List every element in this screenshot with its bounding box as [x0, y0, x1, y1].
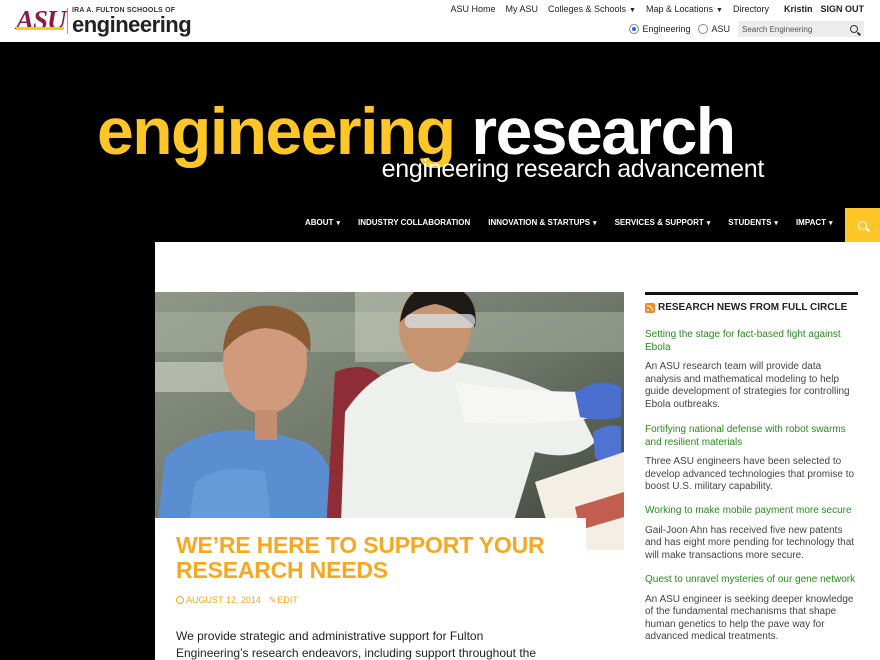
caret-down-icon: ▾ [593, 220, 597, 227]
news-item: Quest to unravel mysteries of our gene n… [645, 574, 860, 644]
nav-search-button[interactable] [845, 208, 880, 242]
news-description: An ASU research team will provide data a… [645, 361, 850, 410]
news-title-link[interactable]: Working to make mobile payment more secu… [645, 505, 860, 518]
article-meta: AUGUST 12, 2014 ✎EDIT [176, 595, 298, 606]
article-date[interactable]: AUGUST 12, 2014 [176, 595, 261, 606]
edit-link[interactable]: ✎EDIT [269, 595, 298, 606]
utility-link-my-asu[interactable]: My ASU [500, 4, 543, 14]
news-description: Three ASU engineers have been selected t… [645, 456, 855, 492]
news-description: An ASU engineer is seeking deeper knowle… [645, 593, 854, 643]
utility-dropdown-colleges[interactable]: Colleges & Schools ▼ [543, 4, 641, 14]
nav-item-impact[interactable]: IMPACT ▾ [787, 212, 842, 233]
utility-link-label: Directory [732, 4, 769, 14]
search-input[interactable]: Search Engineering [738, 21, 864, 37]
sidebar-divider [645, 292, 858, 295]
article-title: WE’RE HERE TO SUPPORT YOUR RESEARCH NEED… [176, 532, 545, 583]
search-icon [858, 220, 867, 230]
user-name-link[interactable]: Kristin [784, 4, 813, 14]
caret-down-icon: ▼ [716, 7, 723, 14]
nav-item-students[interactable]: STUDENTS ▾ [719, 212, 787, 233]
rss-icon[interactable] [645, 302, 655, 313]
caret-down-icon: ▾ [336, 220, 340, 227]
sidebar-heading: RESEARCH NEWS FROM FULL CIRCLE [645, 302, 847, 313]
radio-asu[interactable]: ASU [698, 24, 730, 34]
edit-label: EDIT [277, 595, 298, 605]
nav-label: INDUSTRY COLLABORATION [357, 218, 471, 227]
caret-down-icon: ▾ [829, 220, 833, 227]
news-item: Working to make mobile payment more secu… [645, 505, 860, 562]
radio-unselected-icon [698, 24, 709, 34]
hero-subtitle: engineering research advancement [381, 155, 765, 183]
main-nav: ABOUT ▾ INDUSTRY COLLABORATION INNOVATION… [296, 212, 842, 233]
sign-out-link[interactable]: SIGN OUT [812, 4, 864, 14]
utility-dropdown-map[interactable]: Map & Locations ▼ [641, 4, 728, 14]
utility-link-label: My ASU [505, 4, 538, 14]
clock-icon [176, 596, 184, 604]
nav-item-innovation-startups[interactable]: INNOVATION & STARTUPS ▾ [479, 212, 605, 233]
article-date-label: AUGUST 12, 2014 [186, 595, 261, 605]
sidebar-heading-label: RESEARCH NEWS FROM FULL CIRCLE [658, 302, 848, 313]
radio-label: Engineering [642, 24, 691, 34]
utility-link-asu-home[interactable]: ASU Home [445, 4, 500, 14]
caret-down-icon: ▾ [774, 220, 778, 227]
nav-label: INNOVATION & STARTUPS [488, 218, 591, 227]
logo-wordmark: engineering [72, 12, 192, 37]
logo-divider [67, 8, 68, 34]
utility-link-directory[interactable]: Directory [728, 4, 774, 14]
search-placeholder: Search Engineering [742, 24, 813, 34]
radio-label: ASU [711, 24, 730, 34]
nav-label: SERVICES & SUPPORT [614, 218, 704, 227]
search-row: Engineering ASU Search Engineering [629, 21, 864, 37]
nav-item-about[interactable]: ABOUT ▾ [296, 212, 349, 233]
news-title-link[interactable]: Quest to unravel mysteries of our gene n… [645, 574, 860, 587]
caret-down-icon: ▾ [706, 220, 711, 227]
utility-link-label: ASU Home [450, 4, 496, 14]
caret-down-icon: ▼ [629, 7, 636, 14]
news-title-link[interactable]: Fortifying national defense with robot s… [645, 424, 860, 449]
news-title-link[interactable]: Setting the stage for fact-based fight a… [645, 329, 860, 354]
news-item: Setting the stage for fact-based fight a… [645, 329, 860, 411]
utility-bar: ASU IRA A. FULTON SCHOOLS OF engineering… [0, 0, 880, 42]
nav-item-industry-collaboration[interactable]: INDUSTRY COLLABORATION [349, 212, 479, 233]
utility-nav: ASU Home My ASU Colleges & Schools ▼ Map … [445, 4, 864, 14]
search-icon[interactable] [850, 25, 858, 33]
asu-logo-mark: ASU [16, 5, 67, 35]
nav-label: STUDENTS [728, 218, 772, 227]
utility-link-label: Map & Locations [645, 4, 714, 14]
radio-engineering[interactable]: Engineering [629, 24, 690, 34]
radio-selected-icon [629, 24, 640, 34]
utility-link-label: Colleges & Schools [547, 4, 627, 14]
news-item: Fortifying national defense with robot s… [645, 424, 860, 494]
pencil-icon: ✎ [268, 595, 277, 605]
nav-item-services-support[interactable]: SERVICES & SUPPORT ▾ [606, 212, 720, 233]
article-body: We provide strategic and administrative … [176, 629, 537, 660]
news-description: Gail-Joon Ahn has received five new pate… [645, 524, 855, 561]
nav-label: ABOUT [305, 218, 334, 227]
asu-engineering-logo[interactable]: ASU IRA A. FULTON SCHOOLS OF engineering [16, 5, 192, 36]
nav-label: IMPACT [795, 218, 827, 227]
researchers-photo [155, 292, 624, 550]
